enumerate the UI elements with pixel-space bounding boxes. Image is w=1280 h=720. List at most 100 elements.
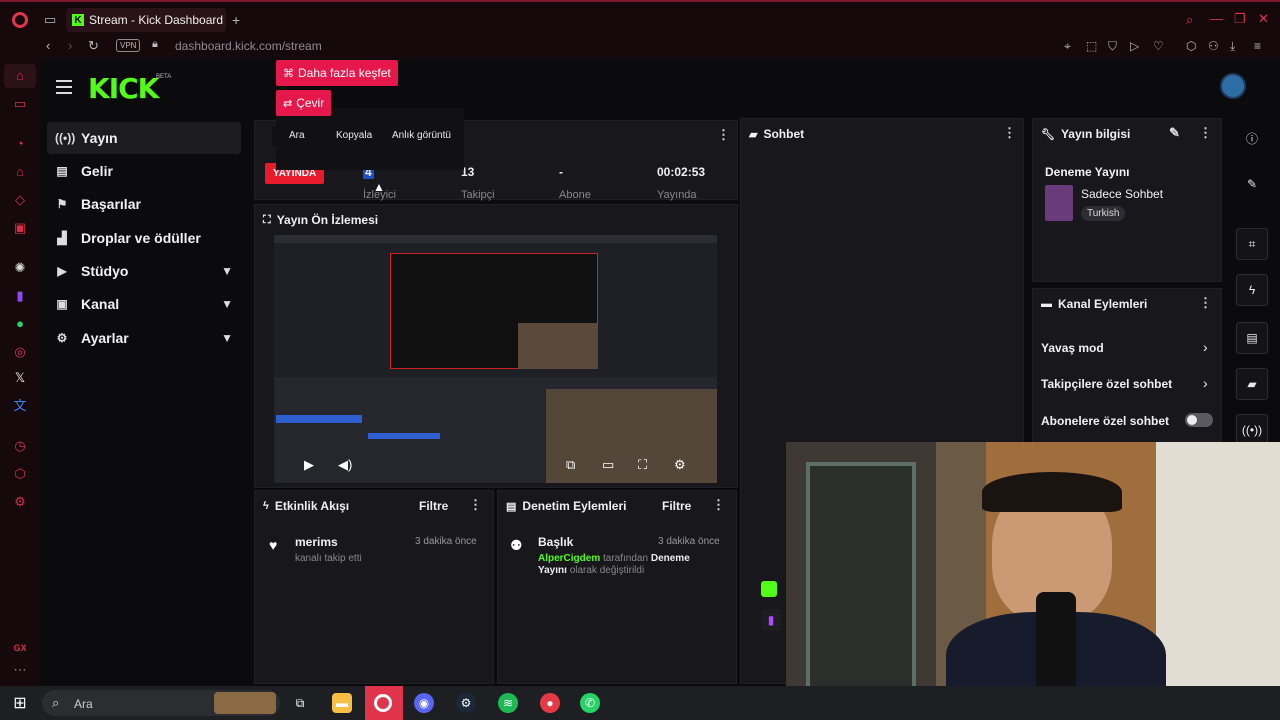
activity-user[interactable]: merims xyxy=(295,535,338,549)
url-field[interactable]: dashboard.kick.com/stream xyxy=(175,39,322,53)
fullscreen-icon[interactable]: ⛶ xyxy=(638,457,647,473)
nav-item-ayarlar[interactable]: ⚙ Ayarlar ▼ xyxy=(47,322,241,354)
nav-item-basarilar[interactable]: ⚑ Başarılar xyxy=(47,188,241,220)
activity-filter-button[interactable]: Filtre xyxy=(419,499,448,513)
bag-icon[interactable]: ⌂ xyxy=(12,164,28,180)
chat-bubble-icon[interactable]: ▰ xyxy=(1236,368,1268,400)
spotify-icon[interactable]: ≋ xyxy=(498,693,518,713)
pip-icon[interactable]: ⧉ xyxy=(566,457,575,473)
snapshot-icon[interactable]: ⬚ xyxy=(1086,39,1097,53)
reload-button[interactable]: ↻ xyxy=(88,38,99,54)
forward-button[interactable]: › xyxy=(68,38,72,53)
stream-preview-video[interactable]: ▶ ◀) ⧉ ▭ ⛶ ⚙ xyxy=(274,235,717,483)
obs-like-icon[interactable]: ● xyxy=(540,693,560,713)
category-name[interactable]: Sadece Sohbet xyxy=(1081,187,1163,201)
search-input[interactable]: Ara xyxy=(74,697,93,711)
avatar[interactable] xyxy=(1220,73,1246,99)
home-icon[interactable]: ⌂ xyxy=(12,68,28,84)
pen-icon[interactable]: ✎ xyxy=(1236,168,1268,200)
clip-icon[interactable]: ▭ xyxy=(602,457,614,473)
kebab-menu-icon[interactable]: ⋮ xyxy=(1199,295,1212,311)
tag-icon[interactable]: ◇ xyxy=(12,192,28,208)
shield-icon[interactable]: ⛉ xyxy=(1108,39,1117,54)
volume-icon[interactable]: ◀) xyxy=(338,457,352,473)
discord-icon[interactable]: ◉ xyxy=(414,693,434,713)
twitch-icon[interactable]: ▮ xyxy=(12,288,28,304)
kick-logo[interactable]: KICK xyxy=(88,72,159,105)
search-button[interactable]: Ara xyxy=(289,130,305,141)
back-button[interactable]: ‹ xyxy=(46,38,50,53)
close-window-button[interactable]: ✕ xyxy=(1258,11,1269,27)
history-icon[interactable]: ◷ xyxy=(12,438,28,454)
followers-only-label[interactable]: Takipçilere özel sohbet xyxy=(1041,377,1172,391)
moderation-user[interactable]: AlperCigdem xyxy=(538,553,600,564)
kebab-menu-icon[interactable]: ⋮ xyxy=(469,497,482,513)
lock-icon[interactable]: 🔒︎ xyxy=(152,38,158,51)
play-icon[interactable]: ▶ xyxy=(304,457,314,473)
translate-icon[interactable]: 文 xyxy=(12,398,28,414)
edit-icon[interactable]: ✎ xyxy=(1169,125,1180,141)
search-tabs-icon[interactable]: ⌕ xyxy=(1186,12,1193,28)
chatgpt-icon[interactable]: ✺ xyxy=(12,260,28,276)
cube-icon[interactable]: ⬡ xyxy=(12,466,28,482)
minimize-button[interactable]: — xyxy=(1210,11,1223,26)
copy-button[interactable]: Kopyala xyxy=(336,130,372,141)
mail-icon[interactable]: ▣ xyxy=(12,220,28,236)
steam-icon[interactable]: ⚙ xyxy=(456,693,476,713)
chevron-right-icon[interactable]: › xyxy=(1203,375,1208,391)
profile-icon[interactable]: ⚇ xyxy=(1208,39,1219,53)
kebab-menu-icon[interactable]: ⋮ xyxy=(1003,125,1016,141)
chevron-right-icon[interactable]: › xyxy=(1203,339,1208,355)
info-icon[interactable]: ⓘ xyxy=(1236,122,1268,154)
more-icon[interactable]: ⋯ xyxy=(12,662,28,678)
whatsapp-icon[interactable]: ✆ xyxy=(580,693,600,713)
whatsapp-icon[interactable]: ● xyxy=(12,316,28,332)
nav-item-droplar[interactable]: ▟ Droplar ve ödüller xyxy=(47,222,241,254)
nav-item-gelir[interactable]: ▤ Gelir xyxy=(47,155,241,187)
category-thumbnail[interactable] xyxy=(1045,185,1073,221)
windows-start-icon[interactable]: ⊞ xyxy=(10,693,30,713)
opera-gx-icon[interactable] xyxy=(374,694,392,712)
taskbar-search[interactable]: ⌕ Ara xyxy=(42,690,280,716)
kebab-menu-icon[interactable]: ⋮ xyxy=(717,127,730,143)
kick-emote-icon[interactable] xyxy=(761,581,777,597)
tab-manager-icon[interactable]: ▭ xyxy=(44,12,56,28)
moderation-filter-button[interactable]: Filtre xyxy=(662,499,691,513)
nav-item-yayin[interactable]: ((•)) Yayın xyxy=(47,122,241,154)
chevron-down-icon[interactable]: ▼ xyxy=(221,331,233,345)
download-icon[interactable]: ⤓ xyxy=(1230,39,1235,54)
speed-icon[interactable]: ◔ xyxy=(12,136,28,152)
pin-icon[interactable]: ⌖ xyxy=(1064,39,1071,54)
menu-icon[interactable]: ≡ xyxy=(1254,39,1261,53)
instagram-icon[interactable]: ◎ xyxy=(12,344,28,360)
task-view-icon[interactable]: ⧉ xyxy=(290,693,310,713)
chevron-down-icon[interactable]: ▼ xyxy=(221,264,233,278)
explore-more-button[interactable]: ⌘ Daha fazla keşfet xyxy=(276,60,398,86)
settings-icon[interactable]: ⚙ xyxy=(12,494,28,510)
gamepad-icon[interactable]: ▭ xyxy=(12,96,28,112)
player-icon[interactable]: ▷ xyxy=(1130,39,1139,53)
chevron-down-icon[interactable]: ▼ xyxy=(221,297,233,311)
file-explorer-icon[interactable]: ▬ xyxy=(332,693,352,713)
slow-mode-label[interactable]: Yavaş mod xyxy=(1041,341,1104,355)
nav-item-kanal[interactable]: ▣ Kanal ▼ xyxy=(47,288,241,320)
extensions-icon[interactable]: ⬡ xyxy=(1186,39,1196,53)
heart-icon[interactable]: ♡ xyxy=(1153,39,1164,53)
vpn-badge[interactable]: VPN xyxy=(116,39,141,52)
mic-icon[interactable]: ▮ xyxy=(761,609,781,631)
hamburger-menu-icon[interactable] xyxy=(56,80,72,94)
nav-item-studyo[interactable]: ▶ Stüdyo ▼ xyxy=(47,255,241,287)
x-icon[interactable]: 𝕏 xyxy=(12,370,28,386)
subs-only-toggle[interactable] xyxy=(1185,413,1213,427)
kebab-menu-icon[interactable]: ⋮ xyxy=(712,497,725,513)
video-settings-icon[interactable]: ⚙ xyxy=(674,457,686,473)
browser-tab-active[interactable]: K Stream - Kick Dashboard xyxy=(66,8,226,32)
notes-icon[interactable]: ▤ xyxy=(1236,322,1268,354)
kebab-menu-icon[interactable]: ⋮ xyxy=(1199,125,1212,141)
scan-icon[interactable]: ⌗ xyxy=(1236,228,1268,260)
new-tab-button[interactable]: + xyxy=(232,12,240,28)
snapshot-button[interactable]: Anlık görüntü xyxy=(392,130,451,141)
bolt-icon[interactable]: ϟ xyxy=(1236,274,1268,306)
restore-button[interactable]: ❐ xyxy=(1234,11,1246,27)
opera-logo-icon[interactable] xyxy=(12,12,28,28)
